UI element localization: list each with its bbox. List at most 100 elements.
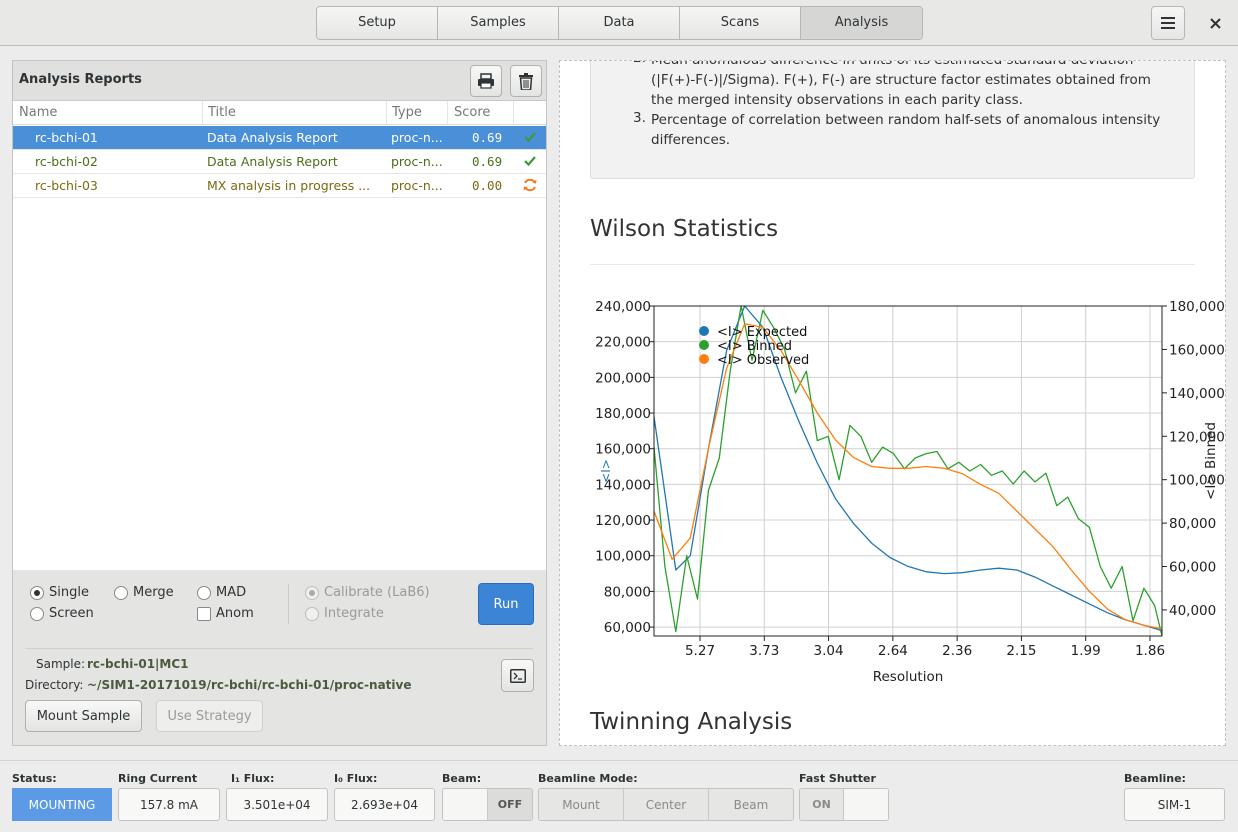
mode-beam-button[interactable]: Beam	[709, 789, 793, 820]
mad-radio[interactable]	[197, 586, 211, 600]
column-title[interactable]: Title	[208, 105, 236, 120]
beamline-mode-selector: Mount Center Beam	[538, 788, 794, 821]
y2-tick-label: 80,000	[1169, 516, 1216, 532]
legend-label: <I> Binned	[717, 339, 792, 354]
section-wilson-statistics: Wilson Statistics	[590, 216, 779, 242]
i1-flux-label: I₁ Flux:	[231, 772, 275, 785]
integrate-radio[interactable]	[305, 607, 319, 621]
beam-label: Beam:	[442, 772, 482, 785]
column-type[interactable]: Type	[392, 105, 422, 120]
menu-button[interactable]	[1151, 6, 1185, 40]
delete-report-button[interactable]	[510, 65, 542, 97]
report-score: 0.69	[472, 154, 503, 169]
beam-toggle[interactable]: OFF	[442, 788, 533, 821]
legend-marker	[699, 326, 709, 336]
reports-column-header: Name Title Type Score	[13, 101, 546, 125]
header-bar: Setup Samples Data Scans Analysis	[0, 0, 1238, 46]
y-tick-label: 200,000	[595, 370, 651, 386]
mount-sample-button[interactable]: Mount Sample	[25, 700, 142, 732]
anom-label: Anom	[216, 606, 254, 621]
x-tick-label: 1.99	[1071, 643, 1101, 659]
analysis-options: Single Merge MAD Screen Anom Calibrate (…	[13, 570, 546, 745]
beam-toggle-knob	[443, 789, 488, 820]
status-label: Status:	[12, 772, 57, 785]
sample-label: Sample:	[36, 657, 86, 671]
column-name[interactable]: Name	[19, 105, 57, 120]
terminal-icon	[509, 668, 526, 683]
y-tick-label: 160,000	[595, 442, 651, 458]
report-row[interactable]: rc-bchi-01 Data Analysis Report proc-n..…	[13, 126, 546, 150]
tab-setup[interactable]: Setup	[317, 7, 438, 39]
y-axis-label: <I>	[599, 459, 613, 483]
y2-tick-label: 160,000	[1169, 342, 1225, 358]
hamburger-icon	[1161, 17, 1175, 29]
reports-header: Analysis Reports	[13, 61, 546, 101]
i0-flux-value: 2.693e+04	[334, 788, 435, 821]
report-type: proc-n...	[391, 154, 443, 169]
y-tick-label: 120,000	[595, 513, 651, 529]
calibrate-label: Calibrate (LaB6)	[324, 585, 430, 600]
sample-value: rc-bchi-01|MC1	[87, 657, 189, 671]
legend-label: <I> Expected	[717, 325, 807, 340]
check-icon	[524, 131, 536, 146]
report-type: proc-n...	[391, 130, 443, 145]
legend-marker	[699, 340, 709, 350]
run-button[interactable]: Run	[478, 583, 534, 625]
open-report-button[interactable]	[470, 65, 502, 97]
y2-axis-label: <I> Binned	[1203, 422, 1219, 500]
screen-radio[interactable]	[30, 607, 44, 621]
shutter-state: ON	[800, 789, 844, 820]
close-button[interactable]	[1201, 6, 1229, 40]
column-score[interactable]: Score	[454, 105, 490, 120]
report-name: rc-bchi-01	[35, 130, 98, 145]
tab-data[interactable]: Data	[559, 7, 680, 39]
report-type: proc-n...	[391, 178, 443, 193]
y-tick-label: 100,000	[595, 549, 651, 565]
y2-tick-label: 60,000	[1169, 560, 1216, 576]
single-label: Single	[49, 585, 89, 600]
screen-label: Screen	[49, 606, 94, 621]
report-row[interactable]: rc-bchi-02 Data Analysis Report proc-n..…	[13, 150, 546, 174]
single-radio[interactable]	[30, 586, 44, 600]
report-name: rc-bchi-02	[35, 154, 98, 169]
directory-value: ~/SIM1-20171019/rc-bchi/rc-bchi-01/proc-…	[87, 678, 412, 692]
y-tick-label: 240,000	[595, 299, 651, 315]
integrate-label: Integrate	[324, 606, 384, 621]
mode-center-button[interactable]: Center	[624, 789, 709, 820]
x-tick-label: 2.64	[878, 643, 908, 659]
refresh-icon	[522, 177, 538, 196]
anom-checkbox[interactable]	[197, 607, 211, 621]
mode-mount-button[interactable]: Mount	[539, 789, 624, 820]
i0-flux-label: I₀ Flux:	[334, 772, 378, 785]
beamline-mode-label: Beamline Mode:	[538, 772, 638, 785]
use-strategy-button[interactable]: Use Strategy	[156, 700, 263, 732]
report-viewer[interactable]: 2. Mean anomalous difference in units of…	[559, 60, 1226, 746]
y2-tick-label: 180,000	[1169, 299, 1225, 315]
note-2-number: 2.	[633, 61, 646, 66]
main-tabs: Setup Samples Data Scans Analysis	[316, 6, 923, 40]
shutter-toggle-knob	[844, 789, 888, 820]
tab-analysis[interactable]: Analysis	[801, 7, 922, 39]
fast-shutter-toggle[interactable]: ON	[799, 788, 889, 821]
report-row[interactable]: rc-bchi-03 MX analysis in progress ... p…	[13, 174, 546, 198]
section-twinning-analysis: Twinning Analysis	[590, 709, 793, 735]
x-tick-label: 1.86	[1135, 643, 1165, 659]
report-score: 0.00	[472, 178, 503, 193]
directory-label: Directory:	[25, 678, 84, 692]
tab-scans[interactable]: Scans	[680, 7, 801, 39]
note-3: Percentage of correlation between random…	[651, 112, 1161, 148]
y2-tick-label: 40,000	[1169, 603, 1216, 619]
report-title: MX analysis in progress ...	[207, 178, 371, 193]
tab-samples[interactable]: Samples	[438, 7, 559, 39]
x-tick-label: 5.27	[685, 643, 715, 659]
i1-flux-value: 3.501e+04	[226, 788, 328, 821]
note-3-number: 3.	[633, 110, 646, 126]
merge-radio[interactable]	[114, 586, 128, 600]
terminal-button[interactable]	[501, 659, 534, 692]
calibrate-radio[interactable]	[305, 586, 319, 600]
ring-current-value: 157.8 mA	[118, 788, 220, 821]
y-tick-label: 60,000	[604, 620, 651, 636]
reports-title: Analysis Reports	[19, 72, 142, 87]
x-tick-label: 3.04	[814, 643, 844, 659]
y2-tick-label: 140,000	[1169, 386, 1225, 402]
